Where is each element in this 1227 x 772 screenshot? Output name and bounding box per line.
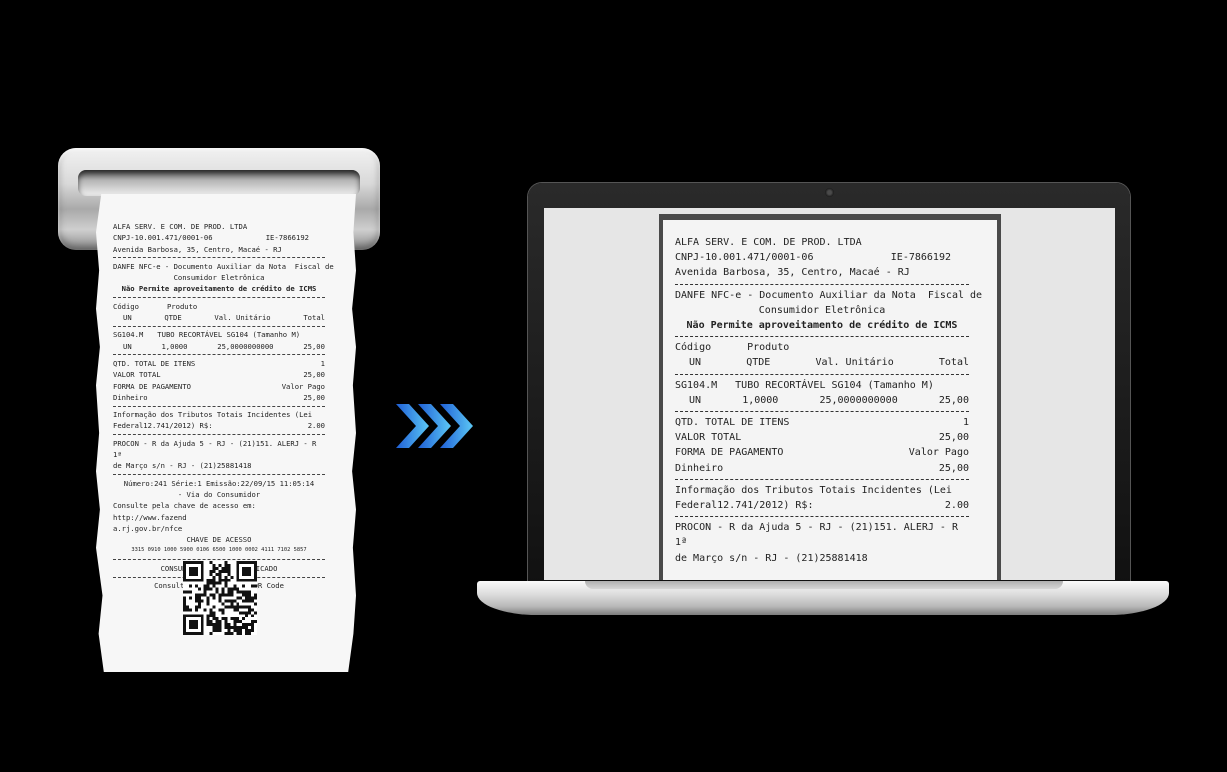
divider — [675, 516, 969, 518]
printed-receipt: ALFA SERV. E COM. DE PROD. LTDA CNPJ-10.… — [113, 221, 334, 591]
header-val-unit: Val. Unitário — [815, 357, 894, 369]
valor-total-value: 25,00 — [303, 370, 325, 380]
via-line: - Via do Consumidor — [177, 489, 261, 499]
cnpj: CNPJ-10.001.471/0001-06 — [675, 252, 814, 264]
valor-total-label: VALOR TOTAL — [675, 432, 742, 444]
chave-label: CHAVE DE ACESSO — [186, 535, 252, 545]
divider — [113, 405, 325, 407]
cnpj: CNPJ-10.001.471/0001-06 — [113, 233, 213, 243]
item-description: TUBO RECORTÁVEL SG104 (Tamanho M) — [735, 379, 934, 391]
qtd-total-label: QTD. TOTAL DE ITENS — [675, 417, 790, 429]
item-un: UN — [689, 394, 702, 406]
item-qty: 1,0000 — [161, 341, 188, 351]
header-produto: Produto — [747, 342, 790, 354]
header-un: UN — [123, 313, 132, 323]
consulte-line1: Consulte pela chave de acesso em: http:/… — [113, 501, 256, 522]
icms-note: Não Permite aproveitamento de crédito de… — [121, 284, 317, 294]
item-total: 25,00 — [938, 394, 969, 406]
tributos-value: 2.00 — [944, 500, 969, 512]
item-total: 25,00 — [303, 341, 325, 351]
dinheiro-label: Dinheiro — [113, 392, 148, 402]
divider — [113, 474, 325, 476]
ie: IE-7866192 — [890, 252, 951, 264]
tributos-line2: Federal12.741/2012) R$: — [675, 500, 814, 512]
triple-chevron-right-icon — [396, 404, 473, 448]
procon-line1: PROCON - R da Ajuda 5 - RJ - (21)151. AL… — [675, 522, 958, 549]
divider — [675, 373, 969, 375]
tributos-value: 2.00 — [307, 421, 325, 431]
divider — [675, 411, 969, 413]
consulte-line2: a.rj.gov.br/nfce — [113, 523, 183, 533]
tributos-line1: Informação dos Tributos Totais Incidente… — [675, 484, 952, 496]
divider — [675, 283, 969, 285]
header-total: Total — [938, 357, 969, 369]
divider — [113, 434, 325, 436]
camera-icon — [825, 188, 834, 197]
laptop-screen: ALFA SERV. E COM. DE PROD. LTDA CNPJ-10.… — [544, 208, 1115, 580]
danfe-line1: DANFE NFC-e - Documento Auxiliar da Nota… — [675, 289, 983, 301]
item-un: UN — [123, 341, 132, 351]
numero-line: Número:241 Série:1 Emissão:22/09/15 11:0… — [123, 478, 315, 488]
tributos-line1: Informação dos Tributos Totais Incidente… — [113, 410, 313, 420]
divider — [113, 354, 325, 356]
laptop-keyboard-notch — [585, 581, 1063, 589]
qtd-total-value: 1 — [962, 417, 969, 429]
ie: IE-7866192 — [265, 233, 309, 243]
divider — [113, 325, 325, 327]
dinheiro-value: 25,00 — [303, 392, 325, 402]
item-unit-price: 25,0000000000 — [819, 394, 898, 406]
printer-slot-icon — [78, 170, 360, 196]
company-name: ALFA SERV. E COM. DE PROD. LTDA — [113, 222, 248, 231]
qtd-total-value: 1 — [320, 358, 325, 368]
header-un: UN — [689, 357, 702, 369]
header-produto: Produto — [166, 301, 198, 311]
icms-note: Não Permite aproveitamento de crédito de… — [686, 320, 958, 332]
address: Avenida Barbosa, 35, Centro, Macaé - RJ — [113, 244, 282, 254]
item-code: SG104.M — [675, 379, 718, 391]
header-codigo: Código — [675, 342, 712, 354]
forma-pagamento-label: FORMA DE PAGAMENTO — [113, 381, 191, 391]
dinheiro-value: 25,00 — [938, 462, 969, 474]
danfe-line2: Consumidor Eletrônica — [758, 304, 886, 316]
item-code: SG104.M — [113, 330, 144, 340]
tributos-line2: Federal12.741/2012) R$: — [113, 421, 213, 431]
divider — [675, 336, 969, 338]
valor-pago-label: Valor Pago — [908, 447, 969, 459]
qr-code-icon — [183, 561, 257, 635]
dinheiro-label: Dinheiro — [675, 462, 724, 474]
digital-receipt: ALFA SERV. E COM. DE PROD. LTDA CNPJ-10.… — [663, 220, 997, 580]
chave-value: 3315 0910 1000 5900 0106 6500 1000 0002 … — [131, 547, 307, 554]
header-total: Total — [303, 313, 325, 323]
forma-pagamento-label: FORMA DE PAGAMENTO — [675, 447, 784, 459]
item-unit-price: 25,0000000000 — [217, 341, 274, 351]
danfe-line1: DANFE NFC-e - Documento Auxiliar da Nota… — [113, 261, 334, 271]
danfe-line2: Consumidor Eletrônica — [173, 273, 265, 283]
header-qtde: QTDE — [746, 357, 771, 369]
header-qtde: QTDE — [164, 313, 182, 323]
company-name: ALFA SERV. E COM. DE PROD. LTDA — [675, 237, 862, 248]
item-description: TUBO RECORTÁVEL SG104 (Tamanho M) — [157, 330, 301, 340]
valor-pago-label: Valor Pago — [281, 381, 325, 391]
item-qty: 1,0000 — [742, 394, 779, 406]
address: Avenida Barbosa, 35, Centro, Macaé - RJ — [675, 267, 910, 279]
qtd-total-label: QTD. TOTAL DE ITENS — [113, 358, 196, 368]
valor-total-value: 25,00 — [938, 432, 969, 444]
procon-line1: PROCON - R da Ajuda 5 - RJ - (21)151. AL… — [113, 438, 317, 460]
procon-line2: de Março s/n - RJ - (21)25881418 — [113, 461, 252, 471]
divider — [113, 297, 325, 299]
divider — [113, 257, 325, 259]
procon-line2: de Março s/n - RJ - (21)25881418 — [675, 552, 868, 564]
divider — [675, 478, 969, 480]
header-codigo: Código — [113, 301, 139, 311]
header-val-unit: Val. Unitário — [214, 313, 271, 323]
valor-total-label: VALOR TOTAL — [113, 370, 161, 380]
